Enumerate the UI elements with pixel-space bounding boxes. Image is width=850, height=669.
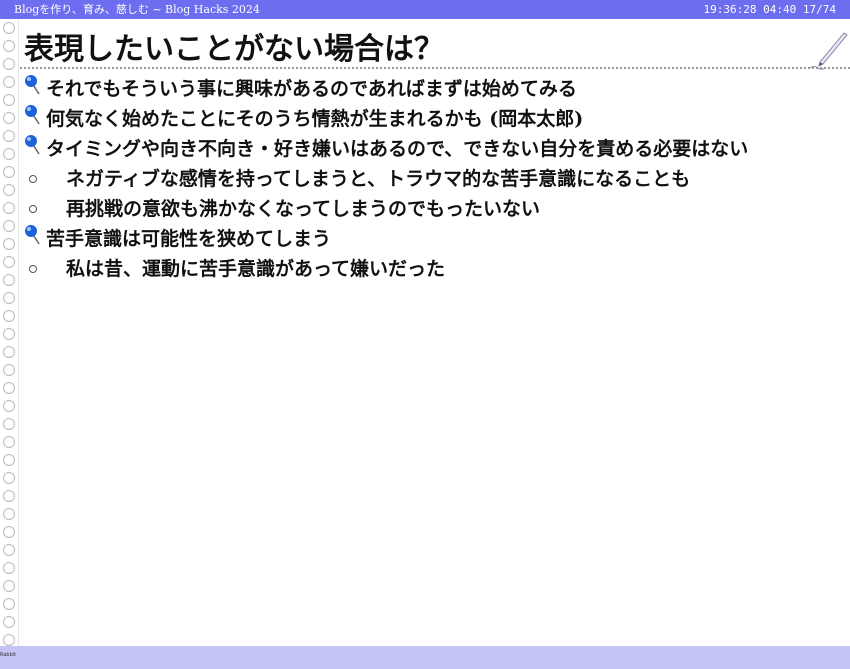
notebook-ring — [3, 472, 15, 484]
notebook-ring — [3, 382, 15, 394]
time-and-page-indicator: 19:36:28 04:40 17/74 — [703, 3, 836, 16]
notebook-ring — [3, 166, 15, 178]
circle-bullet-icon — [29, 175, 37, 183]
list-item-text: 再挑戦の意欲も沸かなくなってしまうのでもったいない — [66, 198, 541, 220]
header-bar: Blogを作り、育み、慈しむ ~ Blog Hacks 2024 19:36:2… — [0, 0, 850, 19]
list-item-text: タイミングや向き不向き・好き嫌いはあるので、できない自分を責める必要はない — [46, 138, 749, 160]
notebook-ring — [3, 310, 15, 322]
notebook-ring — [3, 634, 15, 646]
notebook-ring — [3, 184, 15, 196]
notebook-ring — [3, 76, 15, 88]
notebook-ring — [3, 508, 15, 520]
list-item-text: 私は昔、運動に苦手意識があって嫌いだった — [66, 258, 446, 280]
circle-bullet-icon — [29, 205, 37, 213]
notebook-ring — [3, 220, 15, 232]
slide-title: 表現したいことがない場合は？ — [24, 32, 444, 67]
footer-bar: Rabbit — [0, 646, 850, 669]
notebook-ring — [3, 400, 15, 412]
notebook-ring — [3, 292, 15, 304]
list-item-text: それでもそういう事に興味があるのであればまずは始めてみる — [46, 78, 577, 100]
list-item-text: 何気なく始めたことにそのうち情熱が生まれるかも (岡本太郎) — [46, 108, 584, 130]
notebook-ring — [3, 544, 15, 556]
pushpin-icon — [25, 75, 40, 95]
pen-icon — [809, 32, 848, 70]
notebook-ring — [3, 364, 15, 376]
notebook-ring — [3, 598, 15, 610]
notebook-ring — [3, 562, 15, 574]
pushpin-icon — [25, 135, 40, 155]
list-item-text: ネガティブな感情を持ってしまうと、トラウマ的な苦手意識になることも — [66, 168, 691, 190]
notebook-ring — [3, 454, 15, 466]
notebook-ring — [3, 148, 15, 160]
notebook-ring — [3, 130, 15, 142]
notebook-ring — [3, 40, 15, 52]
notebook-margin — [18, 19, 19, 646]
notebook-ring — [3, 238, 15, 250]
pushpin-icon — [25, 225, 40, 245]
notebook-ring — [3, 256, 15, 268]
notebook-ring — [3, 580, 15, 592]
notebook-ring — [3, 328, 15, 340]
notebook-ring — [3, 418, 15, 430]
notebook-ring — [3, 346, 15, 358]
notebook-ring — [3, 112, 15, 124]
notebook-rings — [0, 20, 18, 646]
notebook-ring — [3, 94, 15, 106]
list-item-text: 苦手意識は可能性を狭めてしまう — [46, 228, 332, 250]
notebook-ring — [3, 58, 15, 70]
presentation-title: Blogを作り、育み、慈しむ ~ Blog Hacks 2024 — [14, 3, 260, 16]
footer-label: Rabbit — [0, 652, 17, 658]
circle-bullet-icon — [29, 265, 37, 273]
notebook-ring — [3, 202, 15, 214]
notebook-ring — [3, 22, 15, 34]
notebook-ring — [3, 490, 15, 502]
notebook-ring — [3, 436, 15, 448]
notebook-ring — [3, 526, 15, 538]
notebook-ring — [3, 274, 15, 286]
pushpin-icon — [25, 105, 40, 125]
notebook-ring — [3, 616, 15, 628]
title-divider — [20, 67, 850, 69]
